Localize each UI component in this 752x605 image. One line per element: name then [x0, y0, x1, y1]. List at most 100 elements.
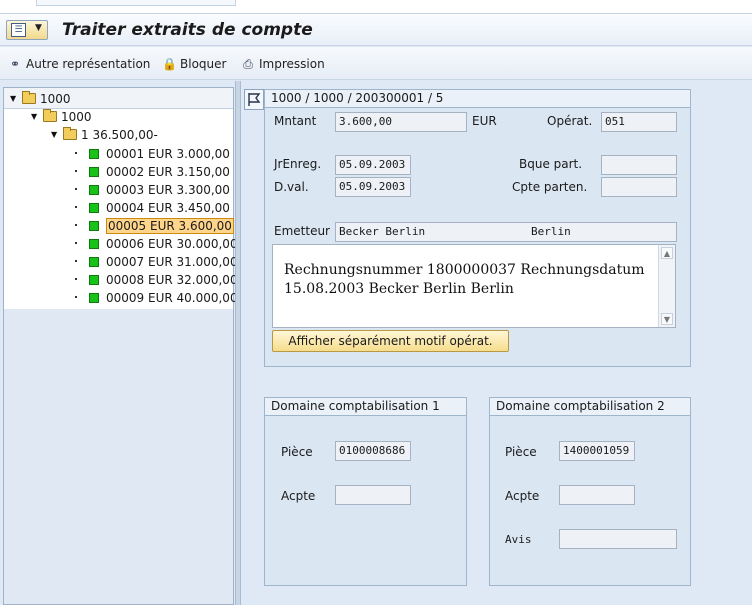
- tree-item-label: 00008 EUR 32.000,00: [106, 272, 238, 287]
- tree-bullet: [75, 260, 77, 262]
- note-to-payee-text-area[interactable]: Rechnungsnummer 1800000037 Rechnungsdatu…: [272, 244, 676, 328]
- domaine-2-title: Domaine comptabilisation 2: [490, 398, 690, 416]
- tree-bullet: [75, 242, 77, 244]
- detail-group-header: 1000 / 1000 / 200300001 / 5: [265, 90, 690, 108]
- mntant-field[interactable]: 3.600,00: [335, 112, 467, 132]
- dval-field[interactable]: 05.09.2003: [335, 177, 411, 197]
- bque-part-field[interactable]: [601, 155, 677, 175]
- scroll-up-icon[interactable]: ▲: [661, 247, 673, 259]
- tree-item-00004[interactable]: 00004 EUR 3.450,00: [89, 199, 230, 216]
- cpte-parten-field[interactable]: [601, 177, 677, 197]
- tree-item-label: 00003 EUR 3.300,00: [106, 182, 230, 197]
- tree-bullet: [75, 188, 77, 190]
- scroll-down-icon[interactable]: ▼: [661, 313, 673, 325]
- tree-item-label: 00007 EUR 31.000,00: [106, 254, 238, 269]
- tree-item-label: 00004 EUR 3.450,00: [106, 200, 230, 215]
- emetteur-label: Emetteur: [274, 224, 330, 238]
- status-green-icon: [89, 148, 99, 159]
- tree-bullet: [75, 224, 77, 226]
- tree-item-00002[interactable]: 00002 EUR 3.150,00: [89, 163, 230, 180]
- tree-node-statement[interactable]: ▼ 1 36.500,00-: [51, 126, 158, 143]
- domaine-1-title: Domaine comptabilisation 1: [265, 398, 466, 416]
- window-tab: [36, 0, 236, 6]
- impression-button[interactable]: ⎙ Impression: [241, 55, 325, 73]
- domaine-1-piece-label: Pièce: [281, 445, 313, 459]
- account-tree: ▼ 1000 ▼ 1000 ▼ 1 36.500,00- 00001 EUR 3…: [3, 87, 238, 605]
- top-strip: [0, 0, 752, 14]
- note-to-payee-text: Rechnungsnummer 1800000037 Rechnungsdatu…: [284, 261, 654, 299]
- tree-node-statement-label: 1 36.500,00-: [81, 127, 158, 142]
- tree-node-root[interactable]: ▼ 1000: [10, 90, 71, 107]
- folder-icon: [22, 91, 36, 104]
- status-green-icon: [89, 274, 99, 285]
- domaine-2-acpte-label: Acpte: [505, 489, 540, 503]
- vertical-scrollbar[interactable]: ▲ ▼: [658, 245, 675, 327]
- tree-bullet: [75, 206, 77, 208]
- status-green-icon: [89, 184, 99, 195]
- tree-item-00009[interactable]: 00009 EUR 40.000,00: [89, 289, 238, 306]
- operat-field[interactable]: 051: [601, 112, 677, 132]
- flag-icon: [248, 93, 261, 106]
- currency-label: EUR: [472, 114, 497, 128]
- status-green-icon: [89, 220, 99, 231]
- cpte-parten-label: Cpte parten.: [512, 180, 588, 194]
- tree-item-label: 00002 EUR 3.150,00: [106, 164, 230, 179]
- system-menu-button[interactable]: ☰ ▼: [6, 20, 48, 40]
- domaine-1-piece-field[interactable]: 0100008686: [335, 441, 411, 461]
- panel-splitter[interactable]: [235, 81, 241, 605]
- autre-representation-label: Autre représentation: [26, 57, 151, 71]
- folder-icon: [63, 127, 77, 140]
- domaine-2-piece-field[interactable]: 1400001059: [559, 441, 635, 461]
- domaine-2-acpte-field[interactable]: [559, 485, 635, 505]
- afficher-motif-button[interactable]: Afficher séparément motif opérat.: [272, 330, 509, 352]
- menu-icon: ☰: [11, 23, 26, 37]
- dval-label: D.val.: [274, 180, 309, 194]
- domaine-2-avis-field[interactable]: [559, 529, 677, 549]
- status-green-icon: [89, 166, 99, 177]
- tree-item-label: 00005 EUR 3.600,00: [106, 217, 234, 234]
- folder-icon: [43, 109, 57, 122]
- jrenreg-label: JrEnreg.: [274, 157, 322, 171]
- chevron-down-icon: ▼: [35, 23, 42, 33]
- jrenreg-field[interactable]: 05.09.2003: [335, 155, 411, 175]
- bque-part-label: Bque part.: [519, 157, 583, 171]
- bloquer-label: Bloquer: [180, 57, 227, 71]
- operat-label: Opérat.: [547, 114, 593, 128]
- tree-item-00007[interactable]: 00007 EUR 31.000,00: [89, 253, 238, 270]
- emetteur-field[interactable]: Becker Berlin Berlin: [335, 222, 677, 242]
- tree-item-00003[interactable]: 00003 EUR 3.300,00: [89, 181, 230, 198]
- lock-icon: 🔒: [162, 57, 177, 71]
- expand-icon[interactable]: ▼: [51, 130, 61, 139]
- tree-item-00001[interactable]: 00001 EUR 3.000,00: [89, 145, 230, 162]
- navigation-toggle-button[interactable]: [244, 89, 264, 110]
- tree-item-00005[interactable]: 00005 EUR 3.600,00: [89, 217, 234, 234]
- tree-node-child-label: 1000: [61, 109, 92, 124]
- autre-representation-button[interactable]: ⚭ Autre représentation: [8, 55, 150, 73]
- tree-item-00006[interactable]: 00006 EUR 30.000,00: [89, 235, 238, 252]
- tree-node-child[interactable]: ▼ 1000: [31, 108, 92, 125]
- tree-item-label: 00009 EUR 40.000,00: [106, 290, 238, 305]
- mntant-label: Mntant: [274, 114, 317, 128]
- tree-item-label: 00006 EUR 30.000,00: [106, 236, 238, 251]
- domaine-2-piece-label: Pièce: [505, 445, 537, 459]
- tree-node-root-label: 1000: [40, 91, 71, 106]
- status-green-icon: [89, 256, 99, 267]
- page-title: Traiter extraits de compte: [62, 20, 313, 40]
- domaine-1-acpte-label: Acpte: [281, 489, 316, 503]
- headset-icon: ⚭: [9, 57, 21, 71]
- status-green-icon: [89, 292, 99, 303]
- tree-bullet: [75, 278, 77, 280]
- status-green-icon: [89, 202, 99, 213]
- status-green-icon: [89, 238, 99, 249]
- expand-icon[interactable]: ▼: [31, 112, 41, 121]
- printer-icon: ⎙: [243, 57, 253, 71]
- expand-icon[interactable]: ▼: [10, 94, 20, 103]
- domaine-1-acpte-field[interactable]: [335, 485, 411, 505]
- domaine-2-avis-label: Avis: [505, 533, 532, 546]
- impression-label: Impression: [259, 57, 325, 71]
- note-line-1: Rechnungsnummer 1800000037 Rechnungsdatu…: [284, 262, 645, 278]
- note-line-2: 15.08.2003 Becker Berlin Berlin: [284, 281, 514, 297]
- tree-item-00008[interactable]: 00008 EUR 32.000,00: [89, 271, 238, 288]
- bloquer-button[interactable]: 🔒 Bloquer: [162, 55, 226, 73]
- tree-bullet: [75, 152, 77, 154]
